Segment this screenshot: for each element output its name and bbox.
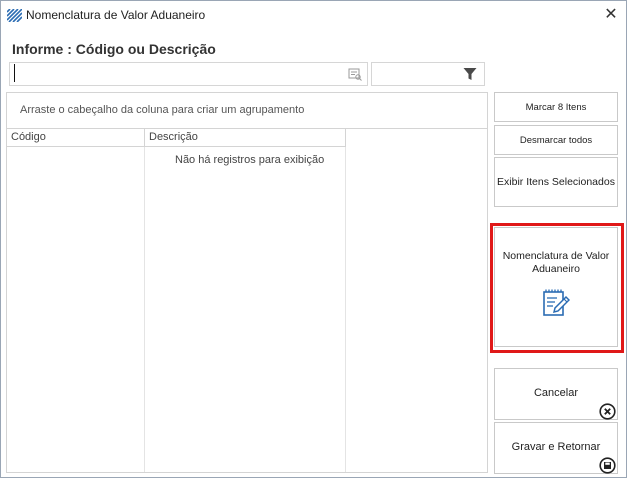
save-return-button[interactable]: Gravar e Retornar: [494, 422, 618, 474]
mark-items-button[interactable]: Marcar 8 Itens: [494, 92, 618, 122]
save-return-button-label: Gravar e Retornar: [511, 441, 601, 453]
search-lookup-icon[interactable]: [348, 67, 362, 81]
window-title: Nomenclatura de Valor Aduaneiro: [26, 8, 206, 22]
funnel-filter-icon[interactable]: [463, 67, 477, 81]
group-panel[interactable]: Arraste o cabeçalho da coluna para criar…: [7, 93, 487, 129]
search-label: Informe : Código ou Descrição: [12, 41, 216, 57]
floppy-save-icon: [599, 457, 616, 474]
filter-field[interactable]: [371, 62, 485, 86]
nomenclatura-button[interactable]: Nomenclatura de Valor Aduaneiro: [494, 227, 618, 347]
column-divider: [144, 147, 145, 472]
title-bar: Nomenclatura de Valor Aduaneiro ✕: [1, 1, 626, 29]
column-divider: [345, 147, 346, 472]
nomenclatura-button-label: Nomenclatura de Valor Aduaneiro: [502, 250, 610, 275]
cancel-button[interactable]: Cancelar: [494, 368, 618, 420]
close-button[interactable]: ✕: [597, 3, 625, 27]
circle-x-icon: [599, 403, 616, 420]
column-header-codigo[interactable]: Código: [7, 129, 145, 147]
search-field[interactable]: [9, 62, 368, 86]
column-header-label: Descrição: [149, 131, 198, 143]
dialog-window: Nomenclatura de Valor Aduaneiro ✕ Inform…: [0, 0, 627, 478]
column-header-label: Código: [11, 131, 46, 143]
cancel-button-label: Cancelar: [533, 387, 579, 399]
column-header-descricao[interactable]: Descrição: [145, 129, 346, 147]
group-hint: Arraste o cabeçalho da coluna para criar…: [20, 104, 305, 116]
empty-message: Não há registros para exibição: [175, 154, 325, 166]
search-input[interactable]: [14, 64, 335, 82]
results-grid: Arraste o cabeçalho da coluna para criar…: [6, 92, 488, 473]
notepad-edit-icon: [543, 289, 570, 316]
app-grid-icon: [7, 9, 22, 22]
unmark-all-button[interactable]: Desmarcar todos: [494, 125, 618, 155]
show-selected-button[interactable]: Exibir Itens Selecionados: [494, 157, 618, 207]
